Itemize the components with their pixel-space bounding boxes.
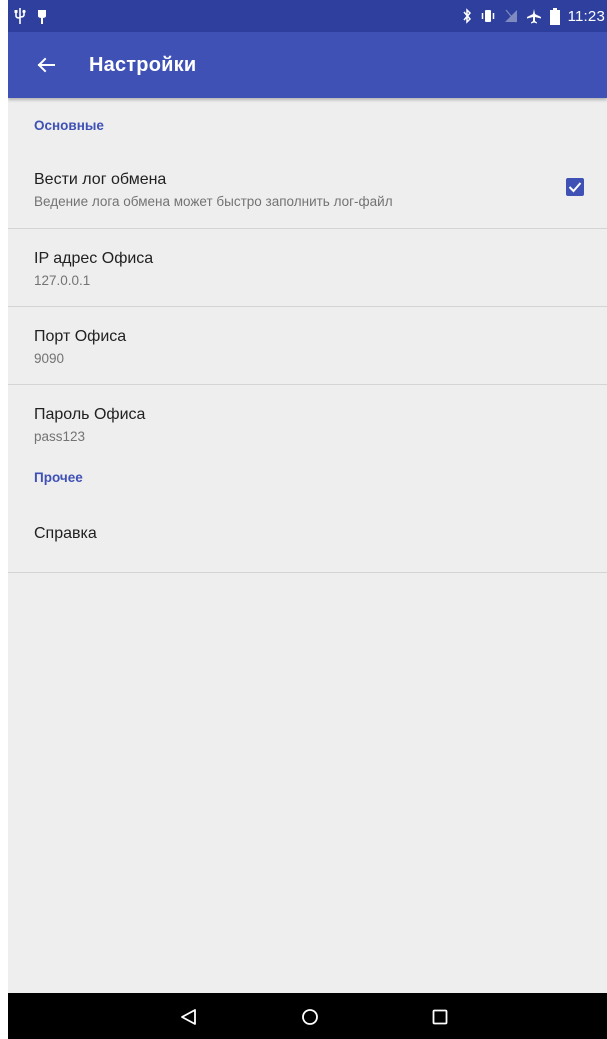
category-header-main: Основные bbox=[34, 118, 104, 133]
no-sim-icon bbox=[504, 6, 518, 26]
page-title: Настройки bbox=[89, 54, 197, 76]
bluetooth-icon bbox=[462, 6, 472, 26]
vibrate-icon bbox=[480, 6, 496, 26]
battery-icon bbox=[549, 6, 560, 26]
pref-summary: 127.0.0.1 bbox=[34, 273, 91, 288]
pref-title: IP адрес Офиса bbox=[34, 250, 154, 267]
exchange-log-checkbox[interactable] bbox=[566, 178, 584, 196]
preferences-list: Основные Вести лог обмена Ведение лога о… bbox=[8, 98, 607, 573]
pref-office-port[interactable]: Порт Офиса 9090 bbox=[8, 307, 607, 384]
pref-office-password[interactable]: Пароль Офиса pass123 bbox=[8, 385, 607, 462]
pref-title: Пароль Офиса bbox=[34, 406, 146, 423]
nav-home-icon bbox=[302, 1009, 318, 1025]
pref-title: Порт Офиса bbox=[34, 328, 127, 345]
pref-summary: Ведение лога обмена может быстро заполни… bbox=[34, 194, 393, 209]
nav-home-button[interactable] bbox=[293, 1000, 327, 1034]
category-header-other: Прочее bbox=[34, 470, 83, 485]
nav-recents-icon bbox=[432, 1009, 448, 1025]
divider bbox=[8, 572, 607, 573]
nav-recents-button[interactable] bbox=[423, 1000, 457, 1034]
nav-back-button[interactable] bbox=[172, 1000, 206, 1034]
arrow-back-icon bbox=[37, 57, 55, 73]
navigation-bar bbox=[8, 993, 607, 1039]
settings-screen: 11:23 Настройки Основные Вести лог обмен… bbox=[8, 0, 607, 1039]
airplane-icon bbox=[526, 6, 542, 26]
status-time: 11:23 bbox=[567, 7, 605, 25]
status-bar-left bbox=[14, 6, 48, 26]
pref-exchange-log[interactable]: Вести лог обмена Ведение лога обмена мож… bbox=[8, 150, 607, 228]
pref-summary: pass123 bbox=[34, 429, 86, 444]
pref-title: Справка bbox=[34, 525, 97, 542]
pref-title: Вести лог обмена bbox=[34, 171, 167, 188]
usb-icon bbox=[14, 6, 26, 26]
pref-summary: 9090 bbox=[34, 351, 65, 366]
app-bar: Настройки bbox=[8, 32, 607, 98]
checkmark-icon bbox=[568, 182, 582, 193]
pref-office-ip[interactable]: IP адрес Офиса 127.0.0.1 bbox=[8, 229, 607, 306]
status-bar: 11:23 bbox=[8, 0, 607, 32]
status-bar-right: 11:23 bbox=[462, 6, 605, 26]
pref-help[interactable]: Справка bbox=[8, 508, 607, 572]
notification-icon bbox=[36, 6, 48, 26]
nav-back-icon bbox=[181, 1009, 196, 1025]
back-button[interactable] bbox=[26, 45, 66, 85]
